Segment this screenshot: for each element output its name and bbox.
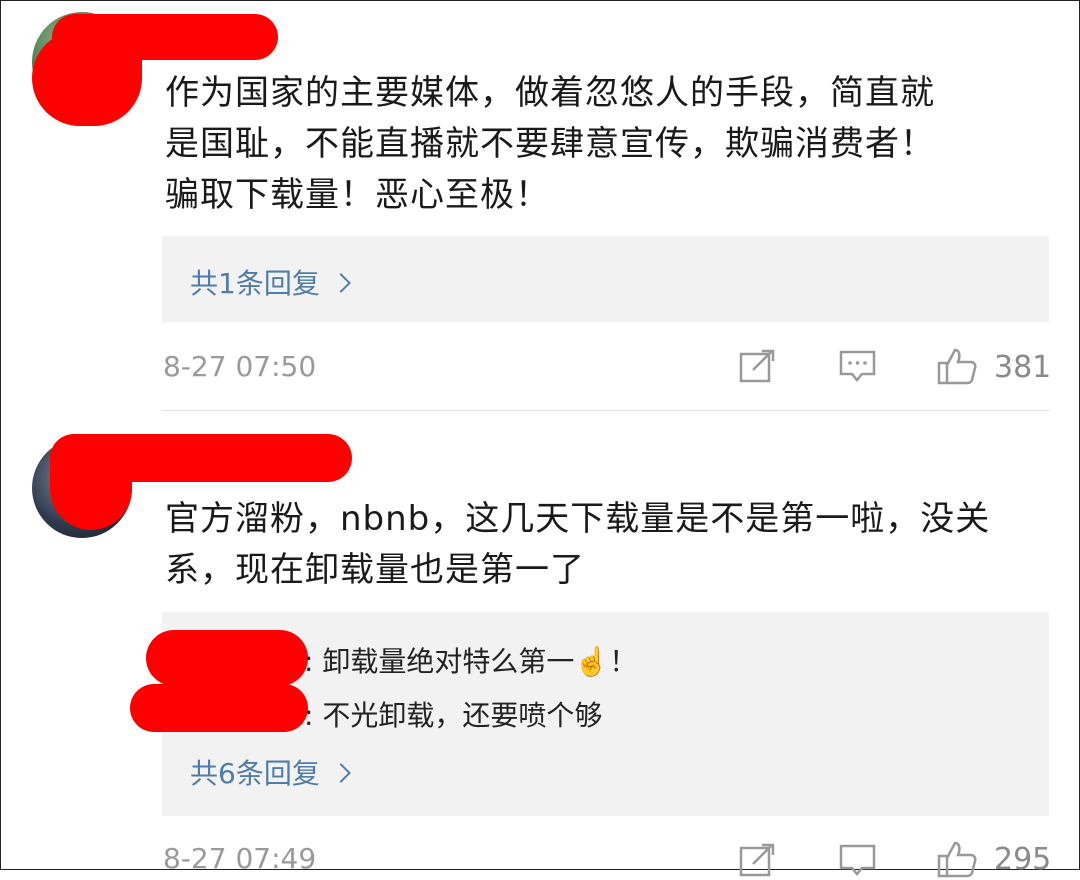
like-icon[interactable] (936, 838, 978, 880)
like-count: 295 (994, 842, 1052, 877)
reply-text: : 卸载量绝对特么第一☝️！ (304, 645, 638, 678)
chevron-right-icon (330, 763, 351, 783)
redaction-mark (50, 446, 132, 530)
comment-line: 官方溜粉，nbnb，这几天下载量是不是第一啦，没关 (165, 499, 991, 539)
comment-icon[interactable] (838, 843, 878, 879)
redacted-reply-username (146, 630, 308, 686)
redaction-mark (32, 30, 142, 126)
comment-timestamp: 8-27 07:49 (163, 842, 317, 875)
comment-timestamp: 8-27 07:50 (163, 350, 317, 383)
comment-icon[interactable] (838, 349, 878, 385)
share-icon[interactable] (738, 349, 778, 385)
like-icon[interactable] (936, 345, 978, 387)
reply-text: : 不光卸载，还要喷个够 (304, 699, 603, 732)
view-replies-button[interactable]: 共6条回复 (190, 752, 351, 792)
reply-count-label: 共1条回复 (190, 267, 320, 300)
redacted-reply-username (130, 684, 308, 732)
comment-text: 官方溜粉，nbnb，这几天下载量是不是第一啦，没关 系，现在卸载量也是第一了 (165, 494, 1045, 596)
comment-line: 骗取下载量！恶心至极！ (165, 175, 550, 215)
view-replies-button[interactable]: 共1条回复 (190, 262, 351, 302)
chevron-right-icon (330, 273, 351, 293)
comment-text: 作为国家的主要媒体，做着忽悠人的手段，简直就 是国耻，不能直播就不要肆意宣传，欺… (165, 68, 1045, 221)
like-count: 381 (994, 350, 1052, 385)
comment-line: 作为国家的主要媒体，做着忽悠人的手段，简直就 (165, 73, 935, 113)
share-icon[interactable] (738, 843, 778, 879)
comment-line: 系，现在卸载量也是第一了 (165, 550, 585, 590)
reply-count-label: 共6条回复 (190, 757, 320, 790)
comment-line: 是国耻，不能直播就不要肆意宣传，欺骗消费者！ (165, 124, 935, 164)
divider (162, 410, 1050, 411)
